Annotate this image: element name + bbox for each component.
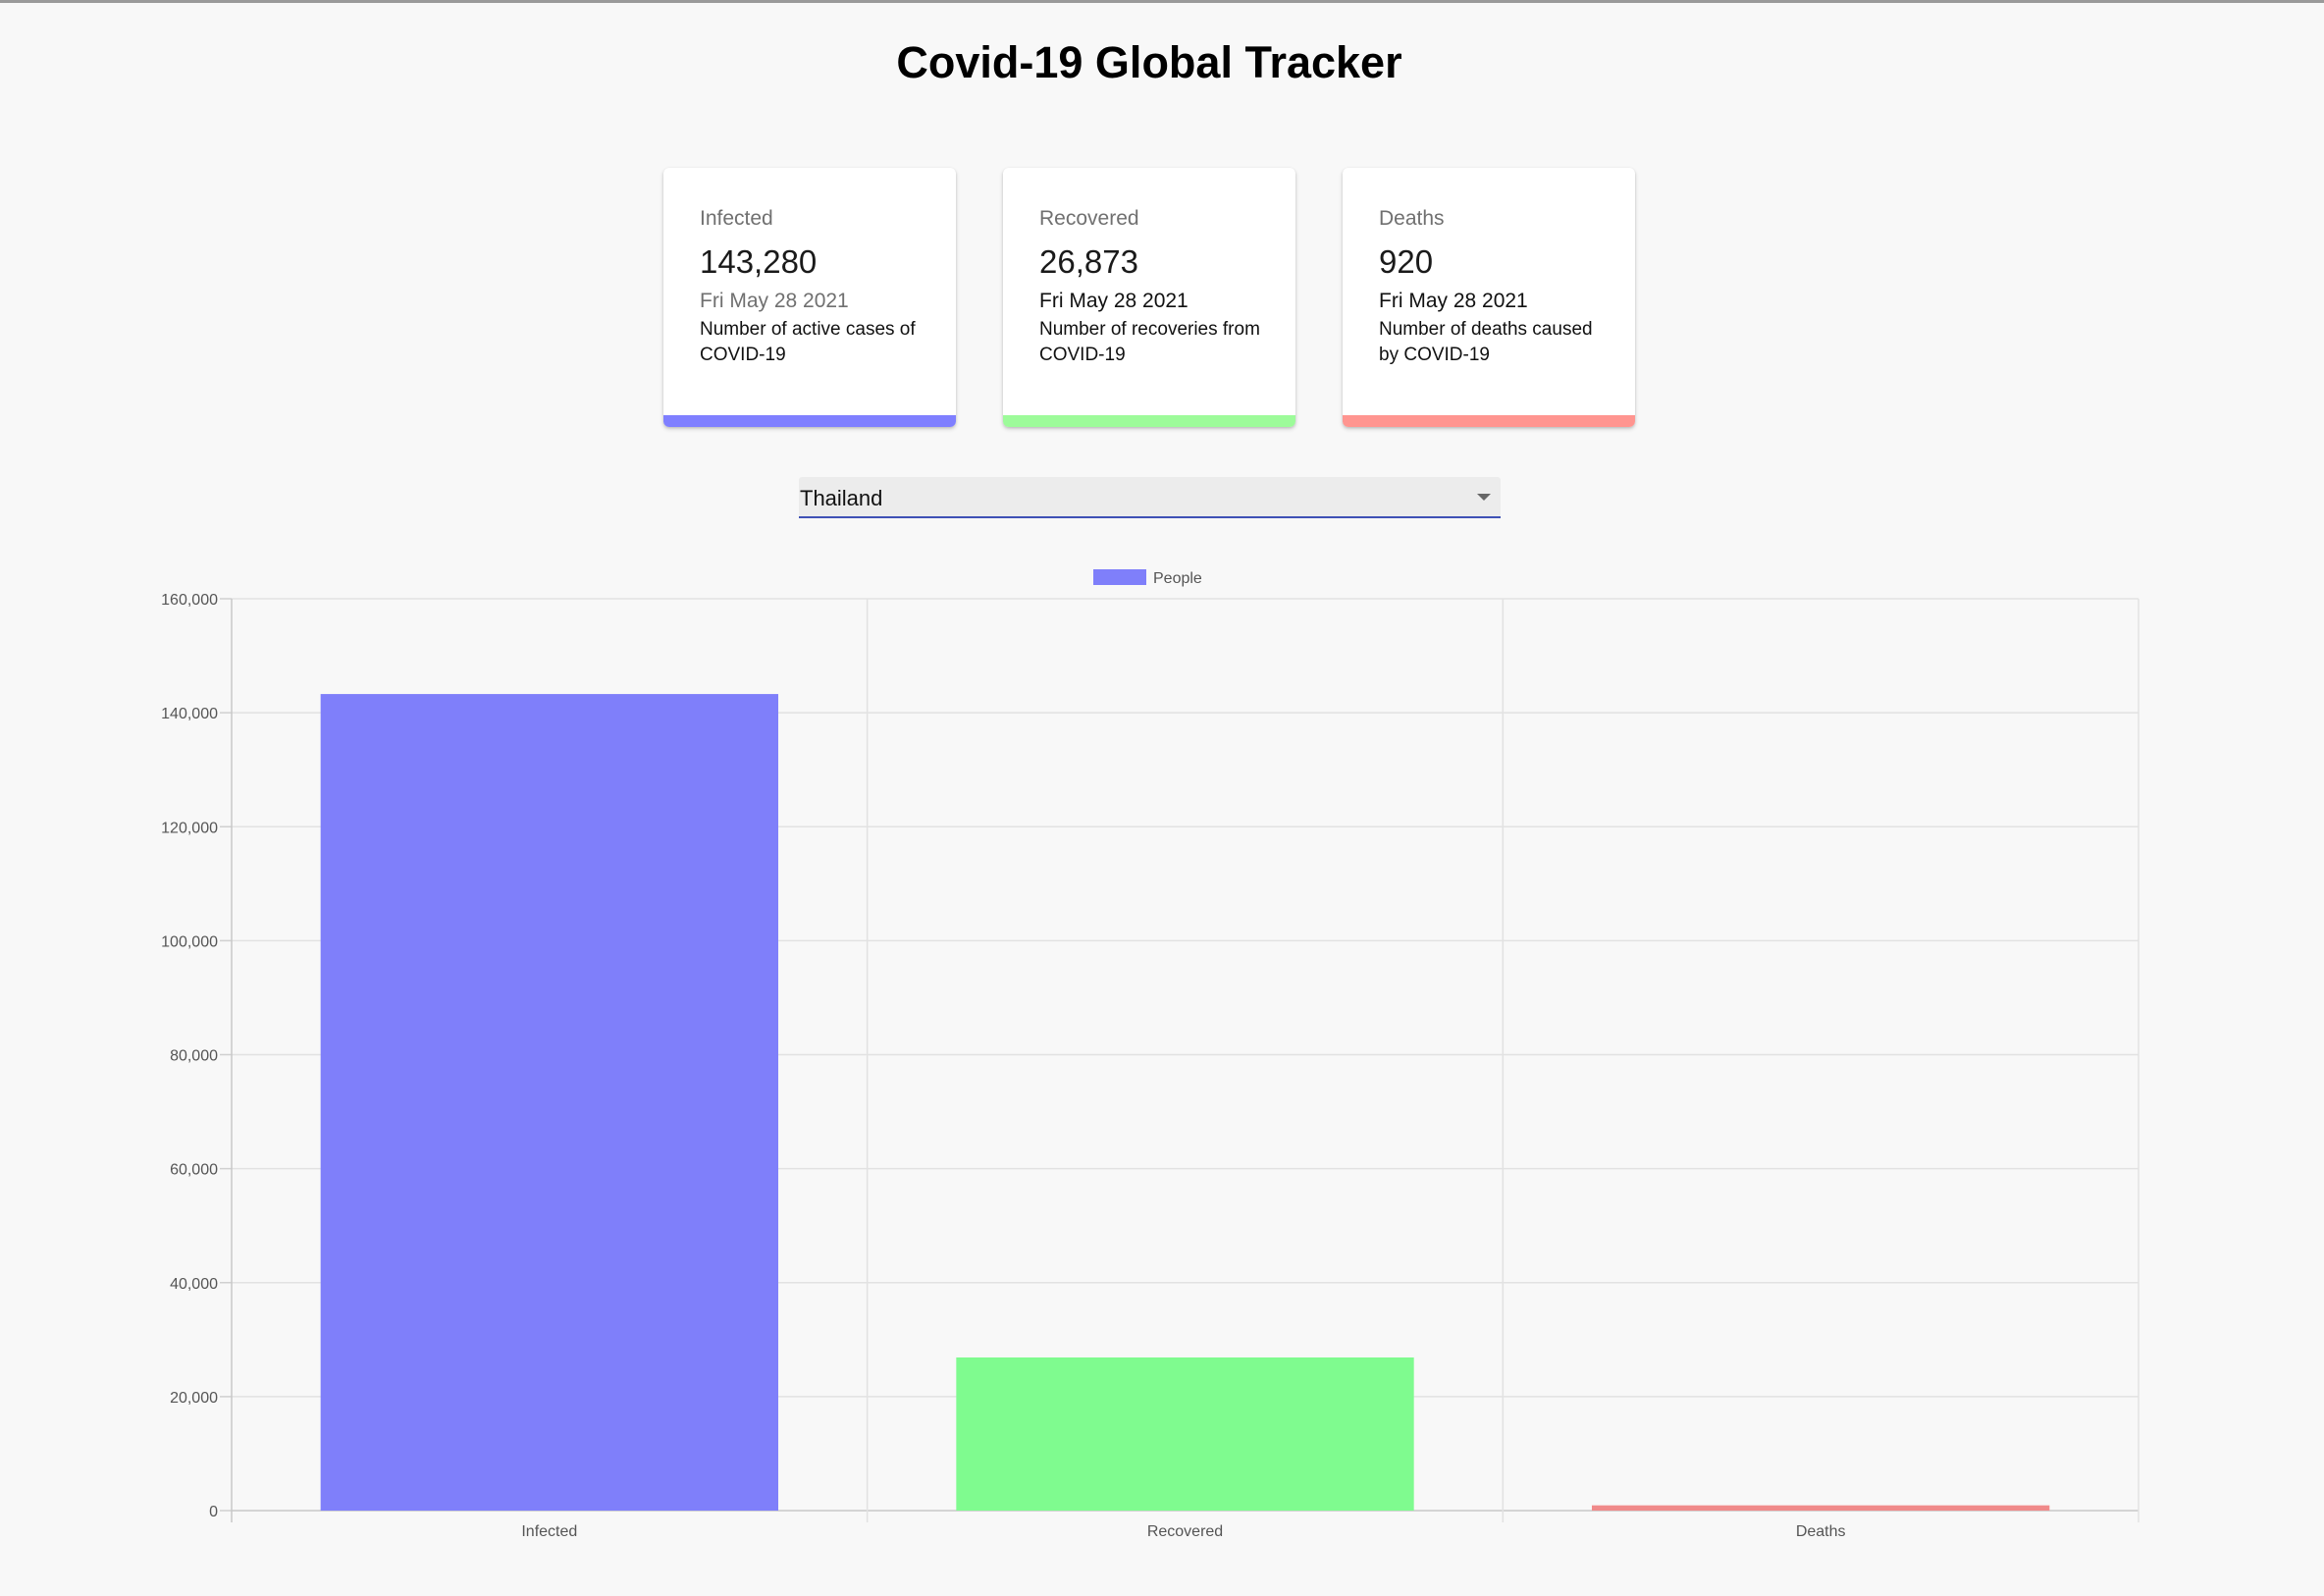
y-tick-label: 140,000 (161, 706, 218, 722)
y-tick-label: 80,000 (170, 1048, 218, 1065)
infected-date: Fri May 28 2021 (700, 290, 849, 312)
country-select[interactable]: Thailand (799, 477, 1501, 518)
deaths-count: 920 (1379, 243, 1434, 280)
deaths-date: Fri May 28 2021 (1379, 290, 1528, 312)
deaths-description: Number of deaths caused by COVID-19 (1379, 319, 1593, 365)
y-tick-label: 40,000 (170, 1276, 218, 1293)
bar-infected (320, 694, 778, 1511)
x-tick-label: Recovered (1147, 1523, 1223, 1540)
summary-cards: Infected 143,280 Fri May 28 2021 Number … (663, 168, 1635, 427)
recovered-label: Recovered (1039, 207, 1139, 230)
legend-label: People (1153, 570, 1202, 587)
deaths-label: Deaths (1379, 207, 1445, 230)
y-tick-label: 0 (209, 1504, 218, 1520)
infected-description: Number of active cases of COVID-19 (700, 319, 916, 365)
deaths-color-bar (1343, 415, 1635, 427)
infected-label: Infected (700, 207, 773, 230)
bar-chart: 0 20,000 40,000 60,000 80,000 100,000 120,000 1… (161, 569, 2139, 1540)
deaths-card: Deaths 920 Fri May 28 2021 Number of dea… (1343, 168, 1635, 427)
top-border (0, 0, 2324, 3)
page-title: Covid-19 Global Tracker (896, 37, 1402, 87)
y-tick-label: 160,000 (161, 592, 218, 609)
bar-recovered (956, 1357, 1414, 1511)
infected-color-bar (663, 415, 956, 427)
infected-count: 143,280 (700, 243, 818, 280)
y-tick-label: 120,000 (161, 820, 218, 836)
recovered-card: Recovered 26,873 Fri May 28 2021 Number … (1003, 168, 1295, 427)
infected-card: Infected 143,280 Fri May 28 2021 Number … (663, 168, 956, 427)
recovered-color-bar (1003, 415, 1295, 427)
x-tick-label: Deaths (1796, 1523, 1846, 1540)
y-tick-label: 100,000 (161, 933, 218, 950)
chevron-down-icon[interactable] (1477, 494, 1491, 501)
country-select-value: Thailand (800, 486, 883, 510)
y-tick-label: 60,000 (170, 1162, 218, 1179)
bar-deaths (1592, 1505, 2050, 1511)
recovered-description: Number of recoveries from COVID-19 (1039, 319, 1260, 365)
x-tick-label: Infected (521, 1523, 577, 1540)
recovered-date: Fri May 28 2021 (1039, 290, 1188, 312)
recovered-count: 26,873 (1039, 243, 1138, 280)
y-tick-label: 20,000 (170, 1390, 218, 1407)
legend-swatch (1093, 569, 1146, 585)
